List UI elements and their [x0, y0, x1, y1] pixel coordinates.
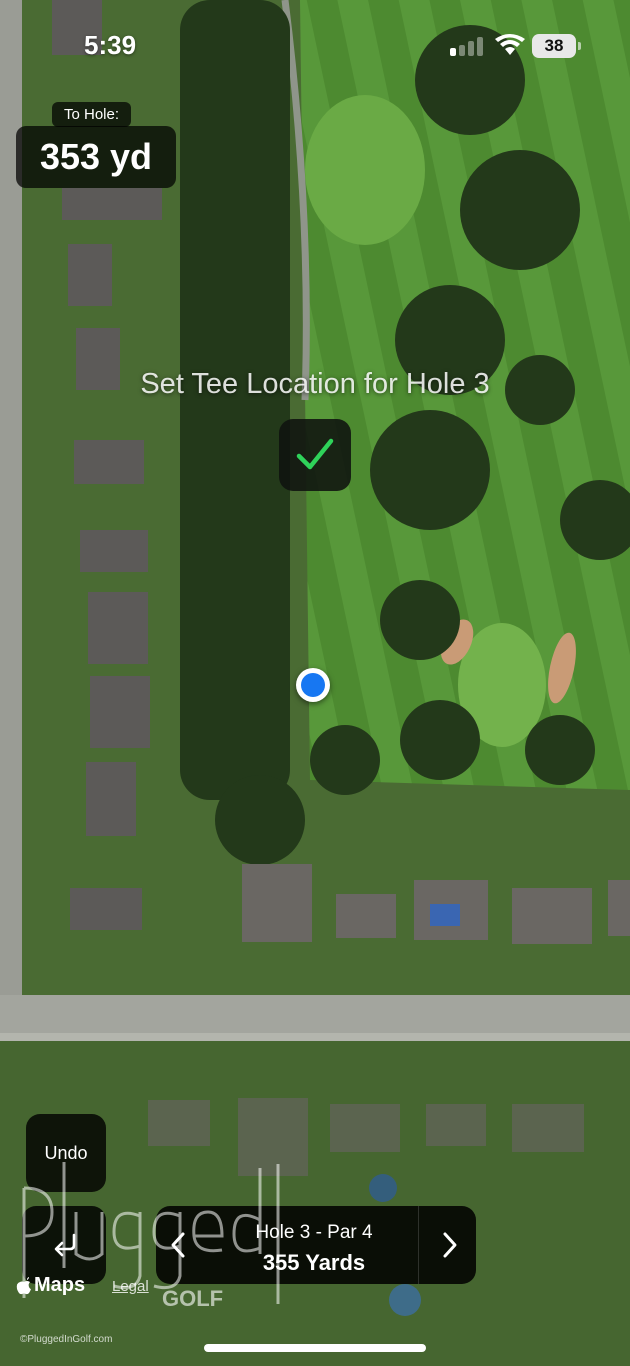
- cellular-signal-icon: [450, 36, 490, 56]
- watermark-copyright: ©PluggedInGolf.com: [20, 1334, 113, 1345]
- to-hole-distance: 353 yd: [16, 126, 176, 188]
- battery-indicator: 38: [532, 34, 581, 58]
- status-time: 5:39: [84, 30, 137, 60]
- home-indicator[interactable]: [204, 1344, 426, 1352]
- svg-text:GOLF: GOLF: [162, 1286, 223, 1311]
- user-location-dot: [296, 668, 330, 702]
- wifi-icon: [495, 34, 525, 55]
- confirm-tee-button[interactable]: [279, 419, 351, 491]
- plugged-in-golf-watermark: GOLF: [22, 1162, 280, 1311]
- set-tee-instruction: Set Tee Location for Hole 3: [140, 368, 490, 400]
- hole-bar-divider: [418, 1206, 419, 1284]
- chevron-right-icon[interactable]: [442, 1231, 458, 1259]
- to-hole-label: To Hole:: [52, 102, 132, 127]
- checkmark-icon: [296, 438, 334, 470]
